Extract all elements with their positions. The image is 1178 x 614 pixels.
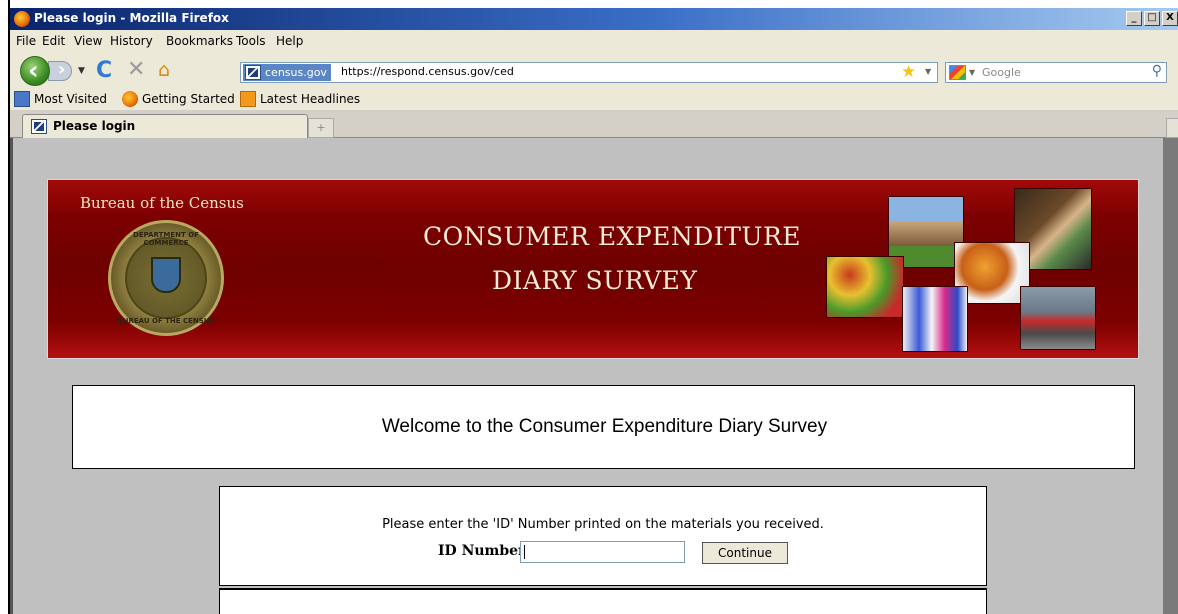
reload-icon[interactable]: C bbox=[96, 58, 112, 83]
maximize-button[interactable]: □ bbox=[1144, 11, 1160, 26]
title-bar: Please login - Mozilla Firefox _ □ X bbox=[10, 8, 1178, 30]
menu-view[interactable]: View bbox=[74, 34, 102, 48]
login-form: Please enter the 'ID' Number printed on … bbox=[219, 486, 987, 586]
tab-please-login[interactable]: Please login bbox=[22, 114, 308, 138]
url-dropdown-icon[interactable]: ▼ bbox=[925, 67, 931, 76]
survey-banner: Bureau of the Census DEPARTMENT OF COMME… bbox=[47, 179, 1139, 359]
url-bar[interactable]: census.gov https://respond.census.gov/ce… bbox=[240, 62, 938, 83]
menu-history[interactable]: History bbox=[110, 34, 153, 48]
navigation-toolbar: ▼ C ✕ ⌂ census.gov https://respond.censu… bbox=[10, 52, 1178, 88]
id-number-label: ID Number: bbox=[438, 543, 531, 559]
close-button[interactable]: X bbox=[1162, 11, 1178, 26]
search-placeholder[interactable]: Google bbox=[982, 66, 1021, 79]
menu-help[interactable]: Help bbox=[276, 34, 303, 48]
folder-icon bbox=[14, 91, 30, 107]
menu-tools[interactable]: Tools bbox=[236, 34, 266, 48]
menu-edit[interactable]: Edit bbox=[42, 34, 65, 48]
firefox-icon bbox=[122, 91, 138, 107]
photo-collage bbox=[826, 188, 1096, 352]
menu-bookmarks[interactable]: Bookmarks bbox=[166, 34, 233, 48]
back-button[interactable] bbox=[20, 56, 50, 86]
produce-photo bbox=[826, 256, 904, 318]
home-icon[interactable]: ⌂ bbox=[158, 59, 170, 81]
search-box[interactable]: ▼ Google ⚲ bbox=[945, 62, 1167, 83]
welcome-box: Welcome to the Consumer Expenditure Diar… bbox=[72, 385, 1135, 469]
forward-button[interactable] bbox=[48, 59, 72, 81]
tab-list-button[interactable] bbox=[1166, 118, 1178, 138]
login-info-box bbox=[219, 588, 987, 614]
new-tab-button[interactable]: + bbox=[308, 118, 334, 138]
bookmarks-toolbar: Most Visited Getting Started Latest Head… bbox=[10, 88, 1178, 110]
history-dropdown-icon[interactable]: ▼ bbox=[78, 66, 85, 76]
continue-button[interactable]: Continue bbox=[702, 542, 788, 564]
bookmark-label: Latest Headlines bbox=[260, 92, 361, 106]
screen-top-edge bbox=[0, 0, 1178, 8]
seal-text-top: DEPARTMENT OF COMMERCE bbox=[133, 231, 199, 247]
search-icon[interactable]: ⚲ bbox=[1152, 63, 1162, 79]
stop-icon[interactable]: ✕ bbox=[127, 57, 145, 82]
page-viewport: Bureau of the Census DEPARTMENT OF COMME… bbox=[10, 138, 1178, 614]
site-identity-button[interactable]: census.gov bbox=[243, 64, 331, 81]
banner-title-line2: DIARY SURVEY bbox=[492, 266, 698, 295]
menu-bar: File Edit View History Bookmarks Tools H… bbox=[10, 30, 1178, 52]
site-identity-label: census.gov bbox=[265, 66, 327, 79]
cars-photo bbox=[1020, 286, 1096, 350]
bookmark-most-visited[interactable]: Most Visited bbox=[14, 91, 107, 107]
id-number-input[interactable] bbox=[520, 541, 685, 563]
menu-file[interactable]: File bbox=[16, 34, 36, 48]
url-text[interactable]: https://respond.census.gov/ced bbox=[341, 65, 514, 78]
bookmark-latest-headlines[interactable]: Latest Headlines bbox=[240, 91, 360, 107]
bookmark-label: Getting Started bbox=[142, 92, 235, 106]
tab-label: Please login bbox=[53, 119, 136, 133]
census-seal-logo: DEPARTMENT OF COMMERCE BUREAU OF THE CEN… bbox=[108, 220, 224, 336]
window-title: Please login - Mozilla Firefox bbox=[34, 11, 229, 25]
census-favicon-icon bbox=[31, 119, 47, 134]
tab-bar: Please login + bbox=[10, 110, 1178, 138]
census-favicon-icon bbox=[245, 65, 261, 80]
firefox-icon bbox=[14, 11, 30, 27]
banner-title-line1: CONSUMER EXPENDITURE bbox=[423, 222, 802, 251]
seal-shield-icon bbox=[151, 257, 181, 293]
bureau-name: Bureau of the Census bbox=[80, 194, 244, 212]
clothing-photo bbox=[902, 286, 968, 352]
welcome-heading: Welcome to the Consumer Expenditure Diar… bbox=[381, 416, 828, 437]
google-engine-icon[interactable] bbox=[949, 65, 966, 80]
seal-text-bottom: BUREAU OF THE CENSUS bbox=[117, 317, 215, 325]
login-instruction: Please enter the 'ID' Number printed on … bbox=[382, 517, 824, 532]
rss-feed-icon bbox=[240, 91, 256, 107]
minimize-button[interactable]: _ bbox=[1126, 11, 1142, 26]
engine-dropdown-icon[interactable]: ▼ bbox=[969, 68, 975, 77]
bookmark-label: Most Visited bbox=[34, 92, 108, 106]
browser-window: Please login - Mozilla Firefox _ □ X Fil… bbox=[10, 8, 1178, 614]
bookmark-star-icon[interactable]: ★ bbox=[901, 62, 916, 82]
bookmark-getting-started[interactable]: Getting Started bbox=[122, 91, 235, 107]
vertical-scrollbar[interactable] bbox=[1163, 138, 1178, 614]
